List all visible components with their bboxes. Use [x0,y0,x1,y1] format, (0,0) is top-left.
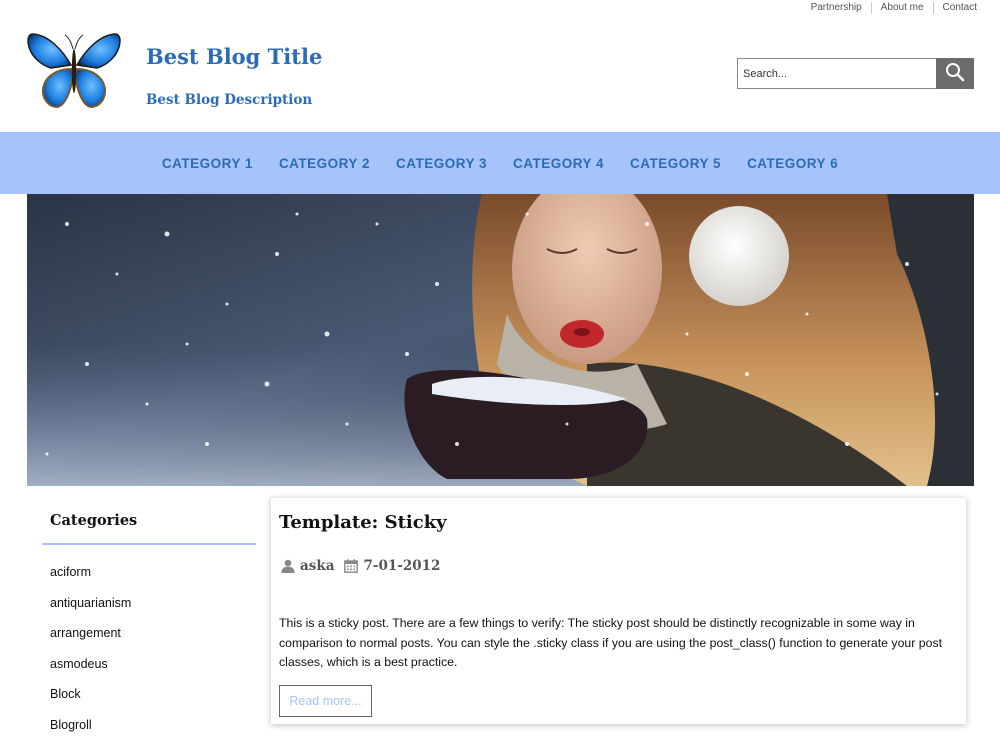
category-link-block[interactable]: Block [42,679,256,710]
top-links: Partnership About me Contact [802,0,977,16]
top-link-contact[interactable]: Contact [932,2,977,14]
sidebar-categories: Categories aciform antiquarianism arrang… [42,498,256,740]
category-link-aciform[interactable]: aciform [42,557,256,588]
hero-image [27,194,974,486]
nav-category-5[interactable]: CATEGORY 5 [630,156,721,171]
user-icon [281,559,295,573]
post-meta: aska 7-01-2012 [281,558,440,574]
top-link-partnership[interactable]: Partnership [802,2,871,14]
category-nav: CATEGORY 1 CATEGORY 2 CATEGORY 3 CATEGOR… [0,132,1000,194]
nav-category-4[interactable]: CATEGORY 4 [513,156,604,171]
post-date: 7-01-2012 [363,558,441,574]
magnifier-icon [945,62,965,85]
read-more-button[interactable]: Read more... [279,685,372,717]
nav-category-6[interactable]: CATEGORY 6 [747,156,838,171]
search-button[interactable] [936,58,974,89]
category-link-asmodeus[interactable]: asmodeus [42,649,256,680]
nav-category-2[interactable]: CATEGORY 2 [279,156,370,171]
butterfly-logo[interactable] [27,31,121,111]
post-author[interactable]: aska [300,558,334,574]
category-link-arrangement[interactable]: arrangement [42,618,256,649]
category-link-blogroll[interactable]: Blogroll [42,710,256,741]
post-card: Template: Sticky aska 7-01-2012 This is … [271,498,966,724]
post-excerpt: This is a sticky post. There are a few t… [279,616,943,669]
search-form [737,58,974,89]
post-title[interactable]: Template: Sticky [279,512,447,533]
site-title[interactable]: Best Blog Title [146,44,322,69]
top-link-about[interactable]: About me [870,2,933,14]
site-description: Best Blog Description [146,92,313,108]
search-input[interactable] [737,58,936,89]
sidebar-heading: Categories [42,498,256,545]
category-link-antiquarianism[interactable]: antiquarianism [42,588,256,619]
nav-category-1[interactable]: CATEGORY 1 [162,156,253,171]
nav-category-3[interactable]: CATEGORY 3 [396,156,487,171]
calendar-icon [344,559,359,573]
